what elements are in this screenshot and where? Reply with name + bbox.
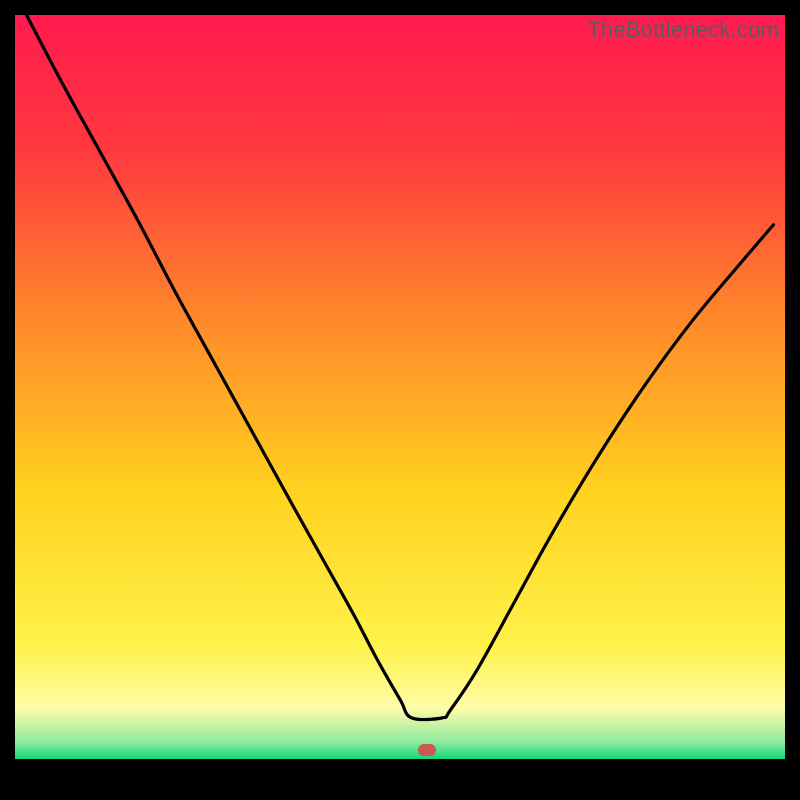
watermark-label: TheBottleneck.com bbox=[587, 17, 779, 43]
optimal-point-marker bbox=[418, 744, 436, 756]
chart-frame: TheBottleneck.com bbox=[15, 15, 785, 785]
gradient-background bbox=[15, 15, 785, 785]
baseline-strip bbox=[15, 759, 785, 785]
bottleneck-chart bbox=[15, 15, 785, 785]
